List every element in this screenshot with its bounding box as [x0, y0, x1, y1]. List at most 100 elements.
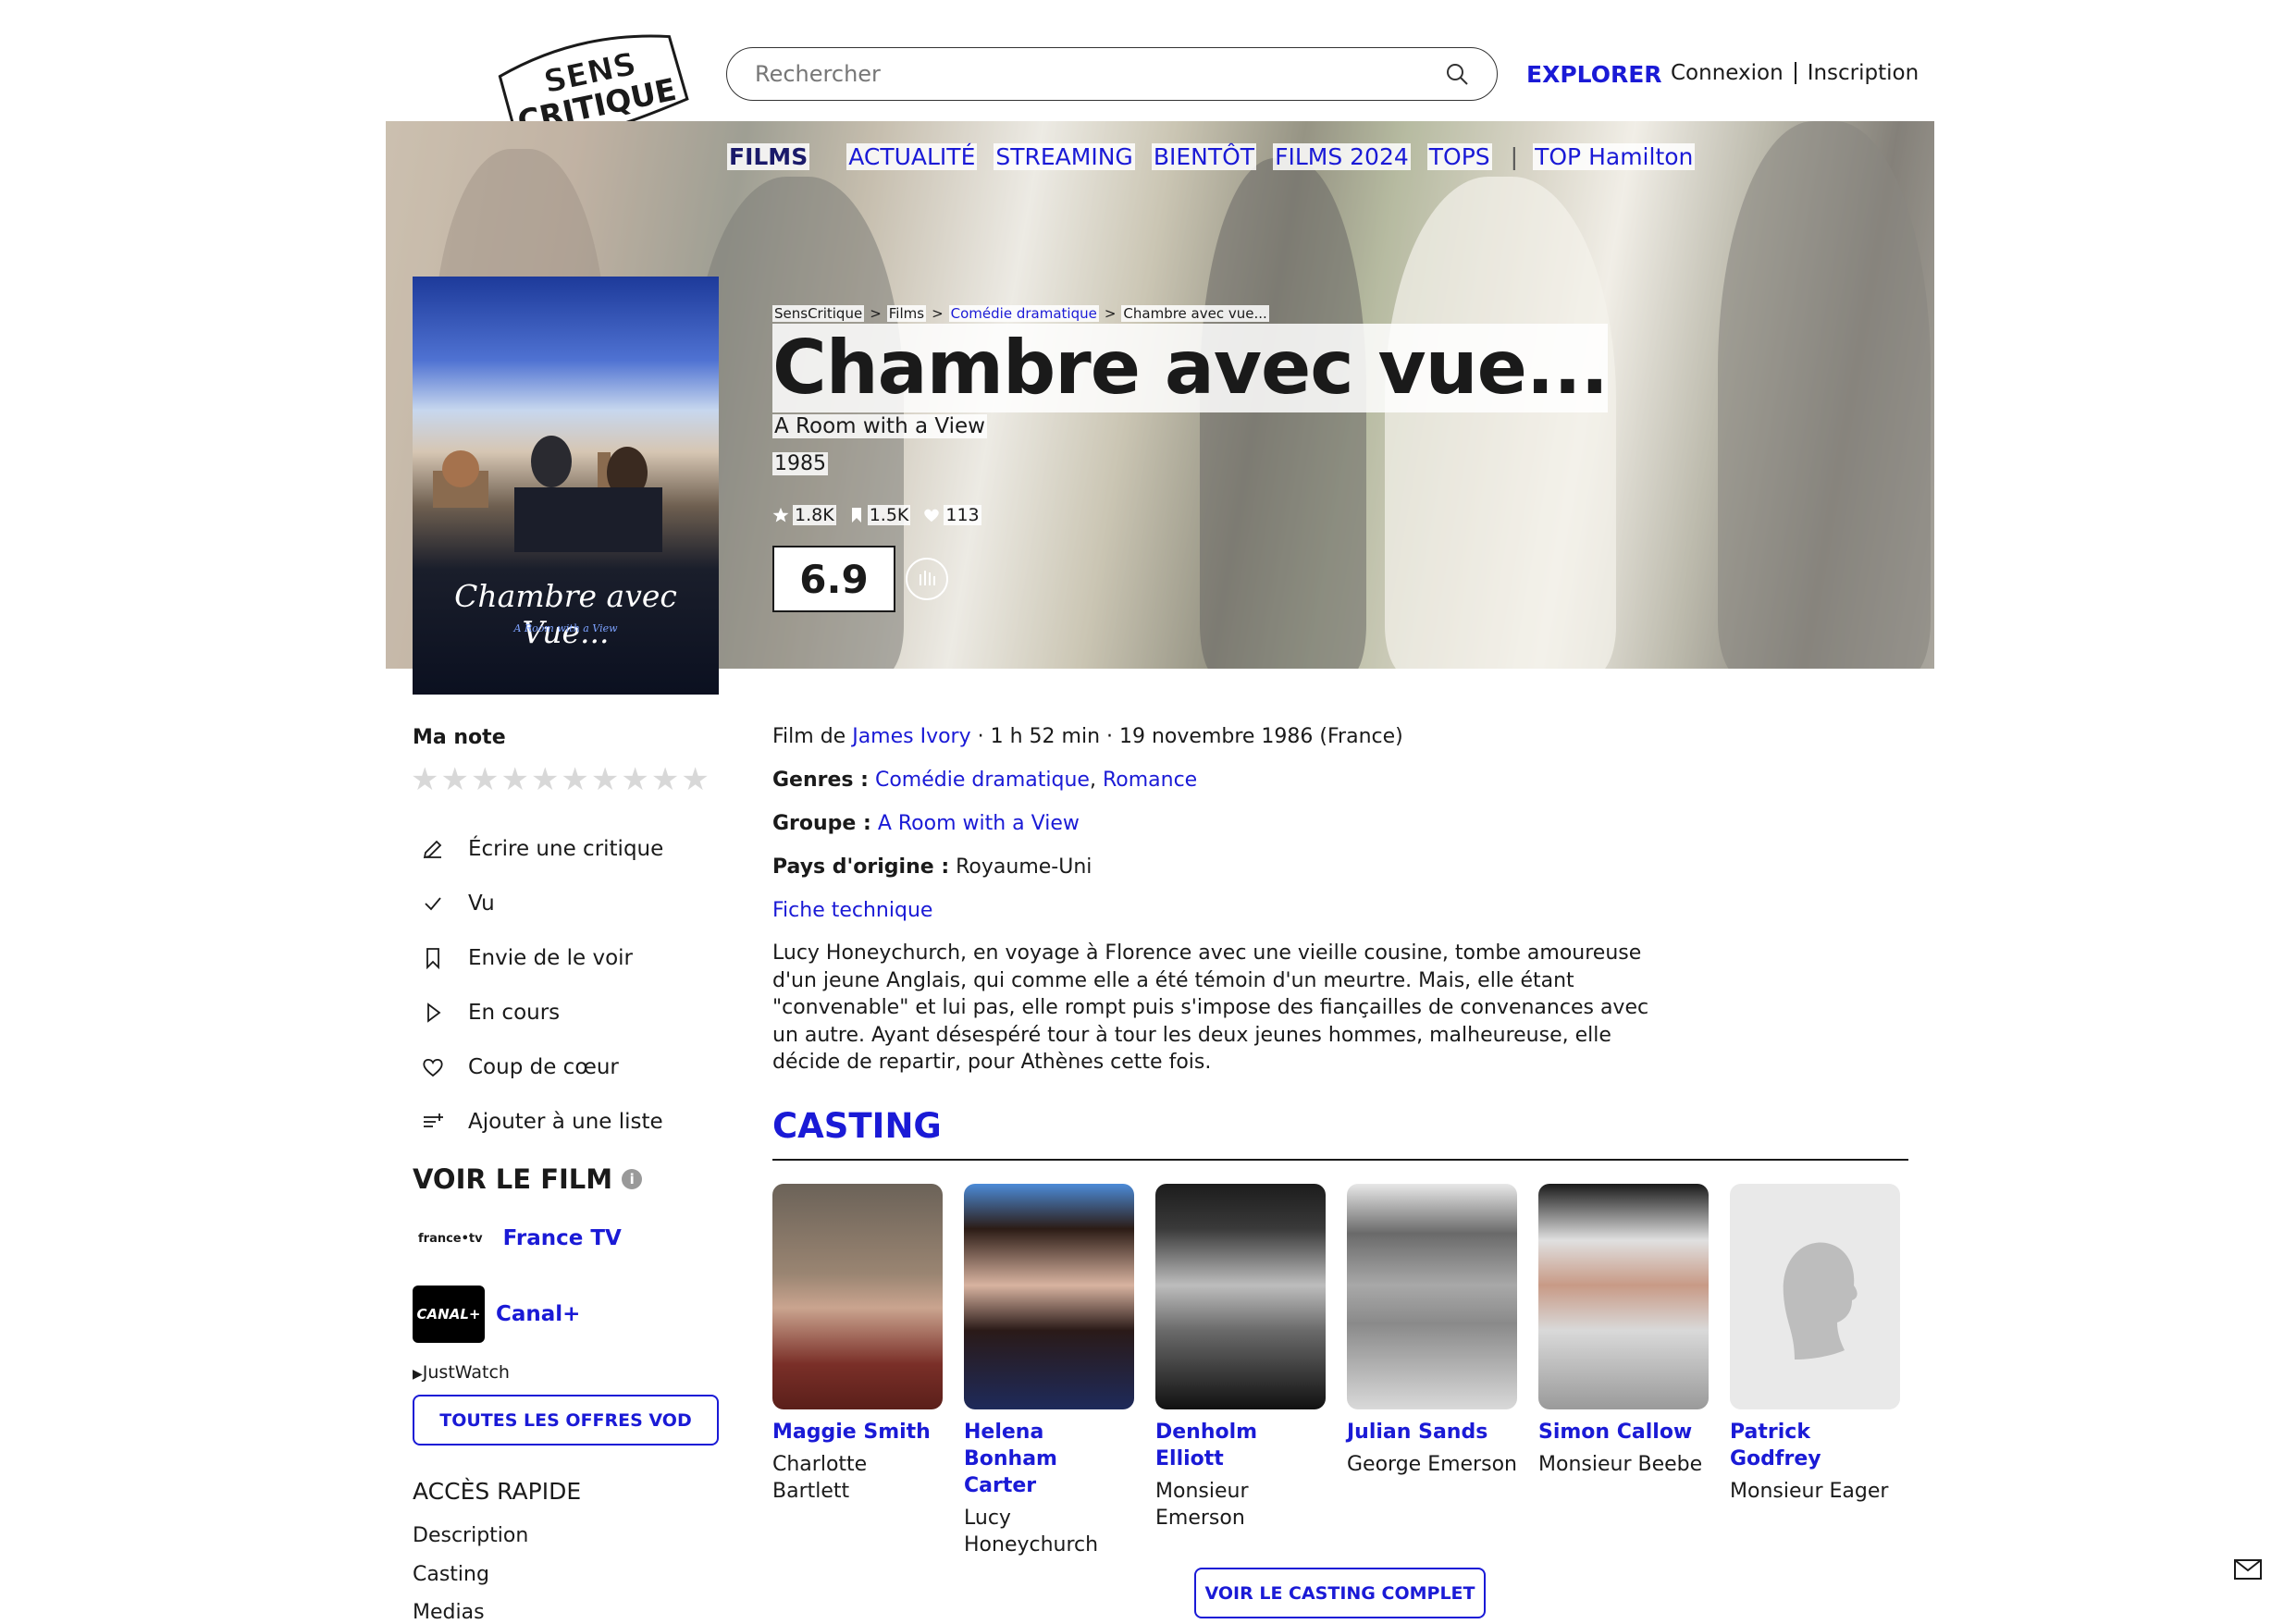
- wishlist-action[interactable]: Envie de le voir: [418, 930, 663, 985]
- rating-star[interactable]: ★: [651, 761, 679, 798]
- director-link[interactable]: James Ivory: [852, 725, 970, 748]
- nav-bientot[interactable]: BIENTÔT: [1151, 143, 1257, 170]
- cast-card[interactable]: Simon Callow Monsieur Beebe: [1538, 1184, 1709, 1478]
- action-label: Écrire une critique: [468, 836, 664, 861]
- mail-icon[interactable]: [2234, 1559, 2262, 1583]
- play-icon: [418, 998, 448, 1027]
- breadcrumb-genre[interactable]: Comédie dramatique: [948, 305, 1099, 322]
- action-label: En cours: [468, 1000, 561, 1025]
- favorite-action[interactable]: Coup de cœur: [418, 1040, 663, 1094]
- watch-title: VOIR LE FILM: [413, 1163, 613, 1195]
- search-input[interactable]: Rechercher: [726, 47, 1498, 101]
- cast-photo[interactable]: [964, 1184, 1134, 1409]
- provider-france-tv[interactable]: france•tv France TV: [418, 1226, 622, 1250]
- watch-section-title: VOIR LE FILM i: [413, 1163, 643, 1195]
- film-meta: · 1 h 52 min · 19 novembre 1986 (France): [970, 725, 1403, 748]
- nav-actualite[interactable]: ACTUALITÉ: [846, 143, 978, 170]
- signup-link[interactable]: Inscription: [1808, 61, 1920, 85]
- write-review-action[interactable]: Écrire une critique: [418, 821, 663, 876]
- rating-star[interactable]: ★: [471, 761, 499, 798]
- cast-name[interactable]: Simon Callow: [1538, 1419, 1709, 1446]
- wishlist-count: 1.5K: [867, 505, 911, 525]
- cast-name[interactable]: Patrick Godfrey: [1730, 1419, 1900, 1472]
- cast-role: Monsieur Eager: [1730, 1480, 1889, 1503]
- cast-card[interactable]: Patrick Godfrey Monsieur Eager: [1730, 1184, 1900, 1505]
- cast-photo-placeholder[interactable]: [1730, 1184, 1900, 1409]
- wishlist-stat: 1.5K: [849, 505, 911, 525]
- ratings-count: 1.8K: [793, 505, 836, 525]
- rating-distribution-button[interactable]: [906, 558, 948, 600]
- full-cast-button[interactable]: VOIR LE CASTING COMPLET: [1194, 1568, 1486, 1618]
- quick-link-description[interactable]: Description: [413, 1524, 528, 1547]
- my-rating-label: Ma note: [413, 726, 506, 749]
- average-score: 6.9: [772, 546, 895, 612]
- favorites-count: 113: [944, 505, 981, 525]
- cast-role: George Emerson: [1347, 1453, 1517, 1476]
- login-link[interactable]: Connexion: [1671, 61, 1784, 85]
- genre-link[interactable]: Romance: [1103, 769, 1197, 792]
- rating-star[interactable]: ★: [531, 761, 559, 798]
- cast-name[interactable]: Maggie Smith: [772, 1419, 943, 1446]
- cast-card[interactable]: Julian Sands George Emerson: [1347, 1184, 1517, 1478]
- bar-chart-icon: [920, 571, 935, 585]
- country-label: Pays d'origine :: [772, 855, 950, 879]
- tech-sheet-link[interactable]: Fiche technique: [772, 899, 932, 922]
- film-credits-line: Film de James Ivory · 1 h 52 min · 19 no…: [772, 725, 1403, 748]
- cast-photo[interactable]: [772, 1184, 943, 1409]
- add-list-icon: [418, 1107, 448, 1137]
- cast-photo[interactable]: [1347, 1184, 1517, 1409]
- search-icon[interactable]: [1445, 62, 1469, 86]
- genres-line: Genres : Comédie dramatique, Romance: [772, 769, 1198, 792]
- breadcrumb-home[interactable]: SensCritique: [772, 305, 865, 322]
- breadcrumb-films[interactable]: Films: [886, 305, 927, 322]
- cast-name[interactable]: Helena Bonham Carter: [964, 1419, 1134, 1499]
- casting-divider: [772, 1159, 1908, 1161]
- movie-poster[interactable]: Chambre avec Vue... A Room with a View: [413, 277, 719, 695]
- cast-role: Lucy Honeychurch: [964, 1507, 1099, 1556]
- explorer-link[interactable]: EXPLORER: [1526, 61, 1662, 88]
- quick-link-medias[interactable]: Medias: [413, 1601, 485, 1624]
- rating-star[interactable]: ★: [681, 761, 709, 798]
- pencil-icon: [418, 834, 448, 864]
- casting-title: CASTING: [772, 1106, 942, 1146]
- genre-link[interactable]: Comédie dramatique: [875, 769, 1090, 792]
- user-actions: Écrire une critique Vu Envie de le voir …: [418, 821, 663, 1149]
- group-link[interactable]: A Room with a View: [878, 812, 1080, 835]
- rating-star[interactable]: ★: [440, 761, 468, 798]
- cast-photo[interactable]: [1155, 1184, 1326, 1409]
- check-icon: [418, 889, 448, 918]
- rating-star[interactable]: ★: [591, 761, 619, 798]
- nav-films[interactable]: FILMS: [727, 143, 810, 170]
- quick-link-casting[interactable]: Casting: [413, 1563, 489, 1586]
- add-to-list-action[interactable]: Ajouter à une liste: [418, 1094, 663, 1149]
- breadcrumb-current: Chambre avec vue...: [1121, 305, 1269, 322]
- cast-card[interactable]: Maggie Smith Charlotte Bartlett: [772, 1184, 943, 1505]
- rating-star[interactable]: ★: [411, 761, 438, 798]
- rating-star[interactable]: ★: [561, 761, 588, 798]
- cast-photo[interactable]: [1538, 1184, 1709, 1409]
- justwatch-label: JustWatch: [422, 1362, 510, 1383]
- rating-star[interactable]: ★: [500, 761, 528, 798]
- rating-stars[interactable]: ★ ★ ★ ★ ★ ★ ★ ★ ★ ★: [411, 761, 711, 798]
- cast-card[interactable]: Helena Bonham Carter Lucy Honeychurch: [964, 1184, 1134, 1558]
- rating-star[interactable]: ★: [621, 761, 648, 798]
- search-placeholder: Rechercher: [755, 61, 881, 87]
- genres-label: Genres :: [772, 769, 869, 792]
- info-icon[interactable]: i: [622, 1169, 643, 1189]
- in-progress-action[interactable]: En cours: [418, 985, 663, 1040]
- movie-stats: 1.8K 1.5K 113: [772, 505, 994, 525]
- cast-card[interactable]: Denholm Elliott Monsieur Emerson: [1155, 1184, 1326, 1532]
- nav-films-2024[interactable]: FILMS 2024: [1273, 143, 1411, 170]
- provider-canal-plus[interactable]: CANAL+ Canal+: [413, 1286, 580, 1343]
- nav-streaming[interactable]: STREAMING: [994, 143, 1135, 170]
- bookmark-icon: [851, 508, 861, 523]
- cast-name[interactable]: Julian Sands: [1347, 1419, 1517, 1446]
- cast-name[interactable]: Denholm Elliott: [1155, 1419, 1326, 1472]
- nav-tops[interactable]: TOPS: [1426, 143, 1492, 170]
- nav-top-hamilton[interactable]: TOP Hamilton: [1533, 143, 1696, 170]
- seen-action[interactable]: Vu: [418, 876, 663, 930]
- star-icon: [772, 507, 789, 523]
- justwatch-credit[interactable]: ▶JustWatch: [413, 1362, 510, 1383]
- nav-separator: |: [1510, 143, 1519, 170]
- all-vod-offers-button[interactable]: TOUTES LES OFFRES VOD: [413, 1395, 719, 1446]
